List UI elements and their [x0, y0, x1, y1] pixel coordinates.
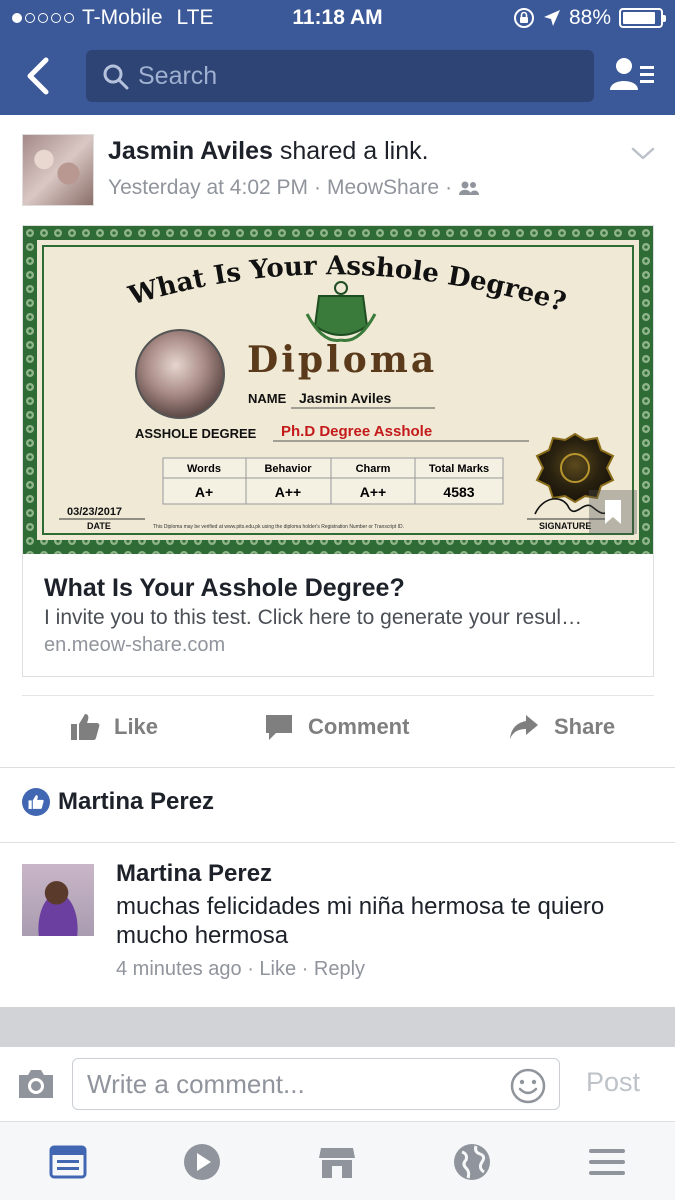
marketplace-icon: [319, 1148, 355, 1178]
like-label: Like: [114, 714, 159, 739]
post-time[interactable]: Yesterday at 4:02 PM: [108, 176, 308, 200]
tab-news-feed[interactable]: [48, 1142, 88, 1182]
divider: [0, 842, 675, 843]
link-title[interactable]: What Is Your Asshole Degree?: [44, 574, 405, 603]
marks-table-header: Behavior: [264, 463, 312, 475]
save-bookmark-icon[interactable]: [589, 490, 637, 534]
comment-time: 4 minutes ago: [116, 958, 242, 980]
link-preview-card[interactable]: What Is Your Asshole Degree? Diploma NAM…: [22, 225, 654, 677]
battery-percent: 88%: [568, 6, 611, 29]
back-button[interactable]: [20, 54, 60, 98]
diploma-image: What Is Your Asshole Degree? Diploma NAM…: [23, 226, 653, 554]
tab-menu[interactable]: [587, 1142, 627, 1182]
marks-table-value: A++: [275, 484, 301, 500]
post-app[interactable]: MeowShare: [327, 176, 439, 200]
likes-summary[interactable]: Martina Perez: [22, 788, 214, 816]
comment-author-name[interactable]: Martina Perez: [116, 860, 272, 888]
marks-table: Words Behavior Charm Total Marks A+ A++ A++ 458…: [162, 457, 504, 505]
comment-button[interactable]: Comment: [264, 712, 409, 742]
link-description: I invite you to this test. Click here to…: [44, 606, 583, 629]
diploma-footnote: This Diploma may be verified at www.pits…: [153, 524, 404, 530]
post-author-name[interactable]: Jasmin Aviles: [108, 137, 273, 165]
share-button[interactable]: Share: [508, 712, 615, 742]
comment-input[interactable]: [87, 1067, 507, 1101]
friends-audience-icon: [459, 181, 480, 195]
globe-icon: [454, 1144, 490, 1180]
meta-separator: ·: [445, 176, 453, 199]
divider: [0, 767, 675, 768]
comment-text: muchas felicidades mi niña hermosa te qu…: [116, 893, 605, 949]
search-icon: [103, 64, 129, 90]
like-button[interactable]: Like: [70, 712, 158, 742]
video-icon: [184, 1144, 220, 1180]
friends-icon: [610, 58, 654, 90]
link-domain: en.meow-share.com: [44, 634, 226, 656]
camera-button[interactable]: [16, 1067, 56, 1106]
comment-label: Comment: [308, 714, 410, 739]
friends-button[interactable]: [606, 54, 658, 98]
status-bar: T-Mobile LTE 11:18 AM 88%: [0, 0, 675, 38]
camera-icon: [19, 1070, 53, 1098]
marks-table-value: A+: [195, 484, 213, 500]
date-value: 03/23/2017: [67, 506, 122, 518]
comment-author-avatar[interactable]: [22, 864, 94, 936]
share-label: Share: [554, 714, 616, 739]
comment-composer: Post: [0, 1047, 675, 1121]
diploma-title: Diploma: [247, 339, 437, 381]
post-action-text: shared a link.: [279, 137, 429, 165]
comment-like-link[interactable]: Like: [259, 958, 296, 980]
date-label: DATE: [87, 521, 111, 531]
meta-separator: ·: [247, 958, 260, 980]
post-options-button[interactable]: [628, 140, 658, 166]
marks-table-header: Charm: [356, 463, 391, 475]
tab-notifications-globe[interactable]: [452, 1142, 492, 1182]
comment-icon: [266, 715, 292, 740]
meta-separator: ·: [314, 176, 322, 199]
signature-label: SIGNATURE: [539, 521, 591, 531]
battery-icon: [619, 8, 666, 28]
marks-table-header: Total Marks: [429, 463, 489, 475]
comment-meta: 4 minutes ago · Like · Reply: [116, 958, 365, 981]
search-bar[interactable]: [86, 50, 594, 102]
share-icon: [510, 715, 538, 739]
meta-separator: ·: [301, 958, 314, 980]
section-separator: [0, 1007, 675, 1047]
like-badge-icon: [22, 788, 50, 816]
app-header: T-Mobile LTE 11:18 AM 88%: [0, 0, 675, 115]
likes-name[interactable]: Martina Perez: [58, 788, 214, 816]
degree-label: ASSHOLE DEGREE: [135, 426, 257, 441]
tab-video[interactable]: [182, 1142, 222, 1182]
bottom-tab-bar: [0, 1121, 675, 1200]
post-actions: Like Comment Share: [0, 700, 675, 764]
status-right: 88%: [513, 6, 666, 30]
marks-table-value: A++: [360, 484, 386, 500]
chevron-down-icon: [631, 147, 655, 160]
tab-marketplace[interactable]: [317, 1142, 357, 1182]
like-icon: [71, 714, 100, 740]
diploma-photo: [135, 329, 225, 419]
post-meta: Yesterday at 4:02 PM · MeowShare ·: [108, 176, 480, 200]
orientation-lock-icon: [513, 8, 534, 28]
post-author-avatar[interactable]: [22, 134, 94, 206]
degree-value: Ph.D Degree Asshole: [281, 423, 432, 440]
name-label: NAME: [248, 391, 287, 406]
search-input[interactable]: [138, 58, 578, 94]
menu-icon: [589, 1149, 625, 1175]
marks-table-value: 4583: [443, 484, 474, 500]
link-preview-image[interactable]: What Is Your Asshole Degree? Diploma NAM…: [23, 226, 653, 554]
news-feed-icon: [49, 1145, 87, 1179]
comment-reply-link[interactable]: Reply: [314, 958, 365, 980]
post-header: Jasmin Aviles shared a link.: [108, 137, 429, 166]
name-value: Jasmin Aviles: [299, 390, 392, 406]
post-comment-button[interactable]: Post: [586, 1067, 640, 1098]
divider: [22, 695, 654, 696]
location-icon: [543, 10, 560, 26]
comment-input-box[interactable]: [72, 1058, 560, 1110]
emoji-icon[interactable]: [509, 1067, 547, 1105]
marks-table-header: Words: [187, 463, 221, 475]
back-icon: [27, 57, 49, 95]
battery-fill: [623, 12, 655, 24]
